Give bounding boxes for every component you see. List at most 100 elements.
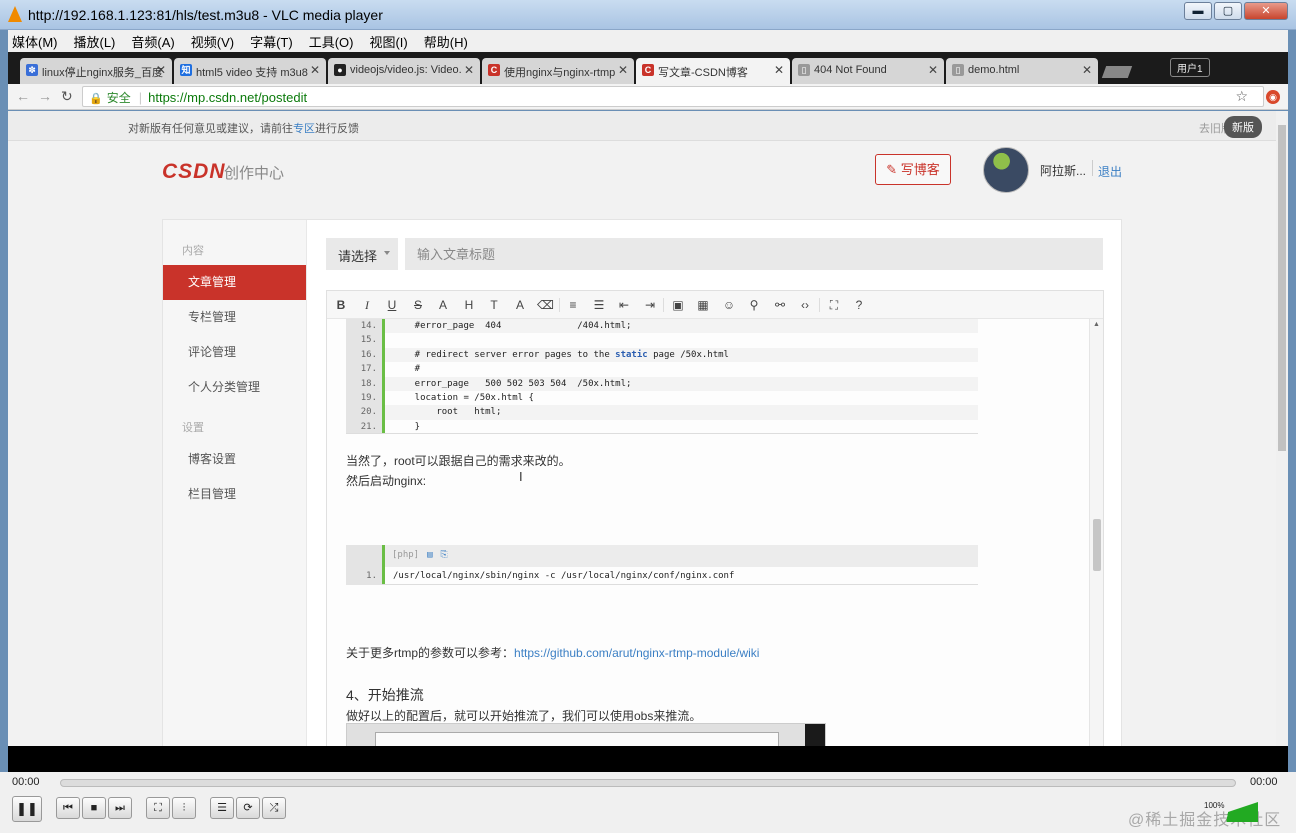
link-icon[interactable]: ⚲	[746, 297, 762, 313]
strikethrough-icon[interactable]: S	[410, 297, 426, 313]
clear-format-icon[interactable]: ⌫	[537, 297, 554, 313]
notice-link[interactable]: 专区	[293, 123, 315, 135]
back-icon[interactable]: ←	[16, 88, 30, 104]
tab-close-icon[interactable]: ✕	[464, 63, 474, 77]
browser-tab[interactable]: ▯ 404 Not Found ✕	[792, 58, 944, 84]
sidebar-section-content: 内容	[182, 245, 204, 257]
extension-icon[interactable]: ◉	[1266, 90, 1280, 104]
profile-button[interactable]: 用户1	[1170, 58, 1210, 77]
close-button[interactable]: ✕	[1244, 2, 1288, 20]
underline-icon[interactable]: U	[384, 297, 400, 313]
menu-media[interactable]: 媒体(M)	[12, 32, 58, 51]
code-icon[interactable]: ‹›	[797, 297, 813, 313]
copy-icon[interactable]: ⎘	[441, 550, 448, 560]
browser-tab[interactable]: ✽ linux停止nginx服务_百度 ✕	[20, 58, 172, 84]
list-icon[interactable]: ☰	[591, 297, 607, 313]
line-text: #	[393, 364, 421, 375]
editor-area: 请选择 B I U S A H T A ⌫ ≡ ☰ ⇤ ⇥	[326, 238, 1104, 746]
menu-playback[interactable]: 播放(L)	[74, 32, 116, 51]
scrollbar-thumb[interactable]	[1093, 519, 1101, 571]
extended-settings-button[interactable]: ⫶	[172, 797, 196, 819]
menu-audio[interactable]: 音频(A)	[131, 32, 174, 51]
editor-scrollbar[interactable]: ▲ ▼	[1089, 319, 1103, 746]
align-icon[interactable]: ≡	[565, 297, 581, 313]
write-blog-button[interactable]: ✎ 写博客	[875, 154, 951, 185]
editor-content[interactable]: 14. #error_page 404 /404.html; 15. 16. #…	[327, 319, 1089, 746]
unlink-icon[interactable]: ⚯	[772, 297, 788, 313]
seek-slider[interactable]	[60, 779, 1236, 787]
bold-icon[interactable]: B	[333, 297, 349, 313]
csdn-icon: C	[642, 64, 654, 76]
menu-view[interactable]: 视图(I)	[369, 32, 407, 51]
browser-tab-active[interactable]: C 写文章-CSDN博客 ✕	[636, 58, 790, 84]
pause-button[interactable]: ❚❚	[12, 796, 42, 822]
fullscreen-icon[interactable]: ⛶	[826, 297, 842, 313]
emoji-icon[interactable]: ☺	[721, 297, 737, 313]
italic-icon[interactable]: I	[359, 297, 375, 313]
heading-icon[interactable]: H	[461, 297, 477, 313]
next-button[interactable]: ⏭	[108, 797, 132, 819]
wiki-link[interactable]: https://github.com/arut/nginx-rtmp-modul…	[514, 646, 759, 660]
highlight-icon[interactable]: A	[512, 297, 528, 313]
browser-tab[interactable]: 知 html5 video 支持 m3u8 ✕	[174, 58, 326, 84]
obs-screenshot-image[interactable]	[346, 723, 826, 746]
browser-tab[interactable]: ● videojs/video.js: Video. ✕	[328, 58, 480, 84]
indent-icon[interactable]: ⇥	[642, 297, 658, 313]
menu-help[interactable]: 帮助(H)	[424, 32, 468, 51]
view-source-icon[interactable]: ▤	[427, 550, 432, 560]
forward-icon[interactable]: →	[38, 88, 52, 104]
tab-close-icon[interactable]: ✕	[774, 63, 784, 77]
browser-tab[interactable]: ▯ demo.html ✕	[946, 58, 1098, 84]
menu-subtitle[interactable]: 字幕(T)	[250, 32, 293, 51]
menu-tools[interactable]: 工具(O)	[309, 32, 354, 51]
stop-button[interactable]: ■	[82, 797, 106, 819]
tab-close-icon[interactable]: ✕	[310, 63, 320, 77]
minimize-button[interactable]: ▬	[1184, 2, 1212, 20]
page-scrollbar[interactable]	[1276, 111, 1288, 746]
previous-button[interactable]: ⏮	[56, 797, 80, 819]
category-select[interactable]: 请选择	[326, 238, 398, 270]
tab-close-icon[interactable]: ✕	[156, 63, 166, 77]
logout-link[interactable]: 退出	[1098, 163, 1122, 180]
bookmark-star-icon[interactable]: ☆	[1235, 88, 1248, 105]
username[interactable]: 阿拉斯...	[1040, 162, 1086, 179]
sidebar-item-columns[interactable]: 专栏管理	[163, 300, 306, 335]
maximize-button[interactable]: ▢	[1214, 2, 1242, 20]
url-input[interactable]: 🔒 安全 | https://mp.csdn.net/postedit	[82, 86, 1264, 107]
sidebar-item-column-management[interactable]: 栏目管理	[163, 477, 306, 512]
help-icon[interactable]: ?	[851, 297, 867, 313]
new-tab-button[interactable]	[1101, 66, 1133, 78]
tab-close-icon[interactable]: ✕	[618, 63, 628, 77]
vlc-menubar: 媒体(M) 播放(L) 音频(A) 视频(V) 字幕(T) 工具(O) 视图(I…	[8, 30, 1288, 52]
playlist-icon: ☰	[217, 802, 227, 814]
csdn-logo[interactable]: CSDN	[162, 160, 226, 184]
code-line: 14. #error_page 404 /404.html;	[346, 319, 978, 334]
tab-close-icon[interactable]: ✕	[1082, 63, 1092, 77]
settings-dialog-preview	[375, 732, 779, 746]
next-icon: ⏭	[115, 802, 125, 814]
tab-close-icon[interactable]: ✕	[928, 63, 938, 77]
scrollbar-thumb[interactable]	[1278, 125, 1286, 451]
scroll-up-icon[interactable]: ▲	[1093, 321, 1100, 328]
font-color-icon[interactable]: A	[435, 297, 451, 313]
menu-video[interactable]: 视频(V)	[191, 32, 234, 51]
outdent-icon[interactable]: ⇤	[616, 297, 632, 313]
article-title-input[interactable]	[405, 238, 1103, 270]
playlist-button[interactable]: ☰	[210, 797, 234, 819]
sidebar-item-comments[interactable]: 评论管理	[163, 335, 306, 370]
fullscreen-button[interactable]: ⛶	[146, 797, 170, 819]
shuffle-button[interactable]: ⤮	[262, 797, 286, 819]
loop-button[interactable]: ⟳	[236, 797, 260, 819]
page-viewport: 对新版有任何意见或建议，请前往专区进行反馈 去旧版 新版 CSDN 创作中心 ✎…	[8, 111, 1276, 746]
sidebar-item-categories[interactable]: 个人分类管理	[163, 370, 306, 405]
sidebar-item-blog-settings[interactable]: 博客设置	[163, 442, 306, 477]
image-icon[interactable]: ▣	[670, 297, 686, 313]
new-version-badge[interactable]: 新版	[1224, 116, 1262, 138]
reload-icon[interactable]: ↻	[61, 88, 73, 105]
line-number: 20.	[346, 405, 382, 420]
sidebar-item-articles[interactable]: 文章管理	[163, 265, 306, 300]
avatar[interactable]	[983, 147, 1029, 193]
font-size-icon[interactable]: T	[486, 297, 502, 313]
table-icon[interactable]: ▦	[695, 297, 711, 313]
browser-tab[interactable]: C 使用nginx与nginx-rtmp ✕	[482, 58, 634, 84]
